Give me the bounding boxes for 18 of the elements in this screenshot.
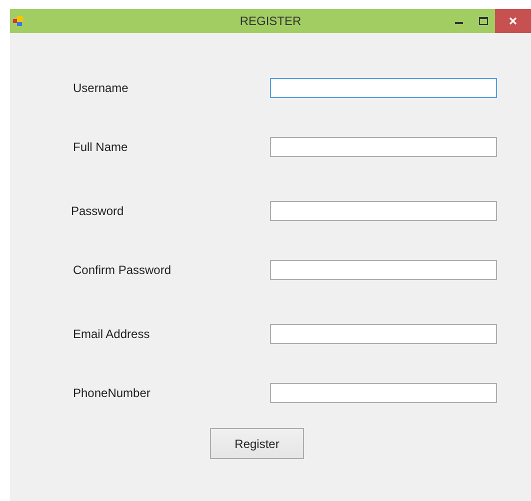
- text-field[interactable]: [270, 78, 497, 98]
- close-icon: [509, 17, 517, 25]
- app-icon: [13, 16, 23, 26]
- field-label: Password: [71, 204, 125, 218]
- field-label: PhoneNumber: [73, 386, 152, 400]
- text-field[interactable]: [270, 201, 497, 221]
- text-field[interactable]: [270, 383, 497, 403]
- window-title: REGISTER: [240, 14, 302, 28]
- field-label: Full Name: [73, 140, 129, 154]
- field-label: Email Address: [73, 327, 151, 341]
- field-label: Username: [73, 81, 130, 95]
- maximize-icon: [478, 17, 488, 25]
- text-field[interactable]: [270, 137, 497, 157]
- text-field[interactable]: [270, 260, 497, 280]
- register-button[interactable]: Register: [210, 428, 304, 459]
- text-field[interactable]: [270, 324, 497, 344]
- close-button[interactable]: [495, 9, 531, 33]
- field-label: Confirm Password: [73, 263, 172, 277]
